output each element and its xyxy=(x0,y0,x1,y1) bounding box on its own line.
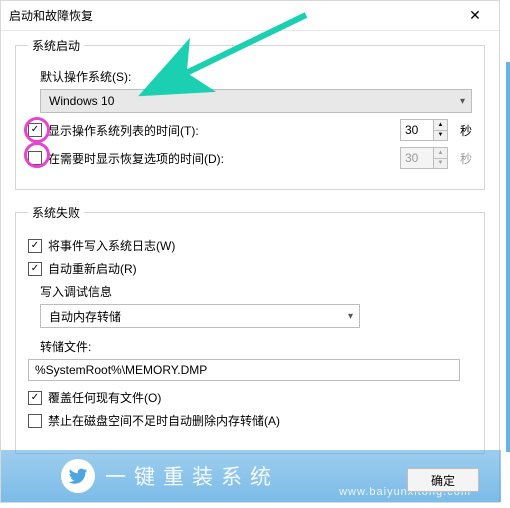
bird-icon xyxy=(67,465,89,487)
dump-file-value: %SystemRoot%\MEMORY.DMP xyxy=(35,363,207,377)
debug-info-select[interactable]: 自动内存转储 ▾ xyxy=(40,304,360,328)
spinner-up-icon[interactable]: ▲ xyxy=(434,120,447,130)
show-os-list-seconds[interactable]: 30 ▲ ▼ xyxy=(400,119,448,141)
ok-label: 确定 xyxy=(431,472,455,489)
show-recovery-checkbox[interactable] xyxy=(28,151,42,165)
titlebar: 启动和故障恢复 ✕ xyxy=(1,1,499,31)
overwrite-checkbox[interactable] xyxy=(28,391,42,405)
show-recovery-seconds: 30 ▲ ▼ xyxy=(400,147,448,169)
seconds-unit-2: 秒 xyxy=(460,150,472,167)
log-event-label: 将事件写入系统日志(W) xyxy=(48,237,175,254)
window-title: 启动和故障恢复 xyxy=(9,7,93,24)
default-os-label: 默认操作系统(S): xyxy=(40,68,472,85)
show-os-list-checkbox[interactable] xyxy=(28,123,42,137)
spinner-down-icon[interactable]: ▼ xyxy=(434,130,447,141)
debug-info-label: 写入调试信息 xyxy=(40,283,472,300)
show-os-list-label: 显示操作系统列表的时间(T): xyxy=(48,122,199,139)
failure-legend: 系统失败 xyxy=(28,204,84,221)
startup-legend: 系统启动 xyxy=(28,37,84,54)
watermark-logo xyxy=(61,459,95,493)
failure-group: 系统失败 将事件写入系统日志(W) 自动重新启动(R) 写入调试信息 自动内存转… xyxy=(15,204,485,454)
default-os-select[interactable]: Windows 10 ▾ xyxy=(40,89,472,113)
log-event-checkbox[interactable] xyxy=(28,239,42,253)
spinner-up-icon: ▲ xyxy=(434,148,447,158)
disable-low-disk-label: 禁止在磁盘空间不足时自动删除内存转储(A) xyxy=(48,412,280,429)
dialog-window: 启动和故障恢复 ✕ 系统启动 默认操作系统(S): Windows 10 ▾ 显… xyxy=(0,0,500,503)
default-os-value: Windows 10 xyxy=(49,94,114,108)
debug-info-value: 自动内存转储 xyxy=(49,308,121,325)
disable-low-disk-checkbox[interactable] xyxy=(28,414,42,428)
spinner-down-icon: ▼ xyxy=(434,158,447,169)
overwrite-label: 覆盖任何现有文件(O) xyxy=(48,389,161,406)
dump-file-label: 转储文件: xyxy=(40,338,472,355)
startup-group: 系统启动 默认操作系统(S): Windows 10 ▾ 显示操作系统列表的时间… xyxy=(15,37,485,190)
show-os-list-value: 30 xyxy=(401,120,433,140)
close-icon: ✕ xyxy=(469,7,481,24)
show-recovery-label: 在需要时显示恢复选项的时间(D): xyxy=(48,150,224,167)
auto-restart-checkbox[interactable] xyxy=(28,262,42,276)
seconds-unit-1: 秒 xyxy=(460,122,472,139)
auto-restart-label: 自动重新启动(R) xyxy=(48,260,137,277)
show-recovery-value: 30 xyxy=(401,148,433,168)
chevron-down-icon: ▾ xyxy=(460,96,465,107)
watermark-cn: 一键重装系统 xyxy=(105,461,279,491)
right-edge-decoration xyxy=(506,62,510,452)
close-button[interactable]: ✕ xyxy=(457,4,493,28)
dump-file-input[interactable]: %SystemRoot%\MEMORY.DMP xyxy=(28,359,460,381)
ok-button[interactable]: 确定 xyxy=(407,468,479,492)
chevron-down-icon: ▾ xyxy=(348,311,353,322)
content-area: 系统启动 默认操作系统(S): Windows 10 ▾ 显示操作系统列表的时间… xyxy=(1,31,499,478)
